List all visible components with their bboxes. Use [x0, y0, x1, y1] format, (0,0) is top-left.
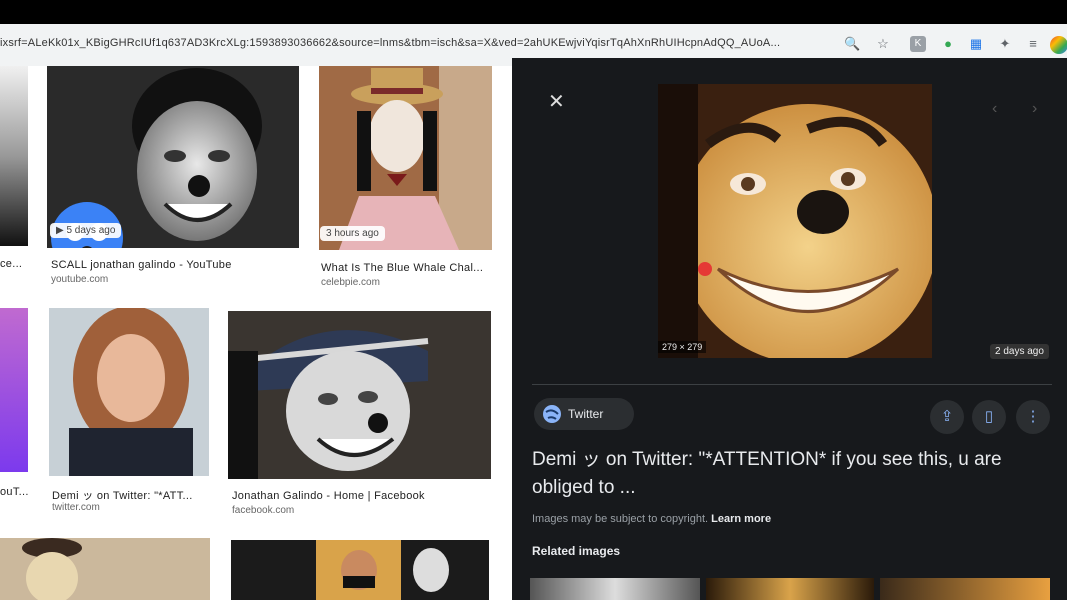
result-title[interactable]: Demi ッ on Twitter: "*ATTENTION* if you s… — [532, 446, 1032, 502]
url-text[interactable]: ixsrf=ALeKk01x_KBigGHRcIUf1q637AD3KrcXLg… — [0, 37, 780, 49]
puzzle-icon[interactable]: ✦ — [997, 36, 1013, 52]
person-photo-image — [49, 308, 209, 476]
zoom-icon[interactable]: 🔍 — [844, 36, 860, 52]
image-age-badge: 2 days ago — [990, 344, 1049, 359]
image-dimensions: 279 × 279 — [658, 341, 707, 353]
result-domain: celebpie.com — [321, 277, 380, 288]
result-thumbnail[interactable] — [319, 66, 492, 250]
preview-image[interactable] — [658, 84, 932, 358]
source-chip[interactable]: Twitter — [534, 398, 634, 430]
result-caption[interactable]: ouT... — [0, 486, 29, 498]
image-results-grid: ce... ▶ 5 days ago SCALL jonathan galind… — [0, 66, 512, 600]
extension-grid-icon[interactable]: ▦ — [968, 36, 984, 52]
result-caption[interactable]: ce... — [0, 258, 22, 270]
result-caption[interactable]: SCALL jonathan galindo - YouTube — [51, 259, 232, 271]
cursor-indicator — [698, 262, 712, 276]
profile-avatar-icon[interactable] — [1050, 36, 1067, 54]
result-thumbnail[interactable] — [231, 540, 489, 600]
result-thumbnail[interactable] — [0, 308, 28, 472]
clown-beanie-image — [228, 311, 491, 479]
result-caption[interactable]: What Is The Blue Whale Chal... — [321, 262, 483, 274]
result-age-badge: 3 hours ago — [320, 226, 385, 241]
share-icon: ⇪ — [940, 408, 954, 425]
playlist-icon[interactable]: ≡ — [1025, 36, 1041, 52]
result-thumbnail[interactable] — [228, 311, 491, 479]
chevron-left-icon[interactable]: ‹ — [992, 100, 997, 118]
result-domain: youtube.com — [51, 274, 109, 285]
copyright-text: Images may be subject to copyright. — [532, 513, 709, 525]
share-button[interactable]: ⇪ — [930, 400, 964, 434]
close-icon[interactable]: ✕ — [548, 92, 565, 112]
collage-image — [231, 540, 489, 600]
result-thumbnail[interactable] — [0, 538, 210, 600]
clown-face-closeup-image — [658, 84, 932, 358]
scream-emoji — [51, 202, 123, 248]
clown-costume-image — [319, 66, 492, 250]
chevron-right-icon[interactable]: › — [1032, 100, 1037, 118]
related-image-thumbnail[interactable] — [706, 578, 874, 600]
image-preview-panel: ✕ ‹ › 279 × 279 2 days ago Twitter ⇪ ▯ ⋮… — [512, 58, 1067, 600]
extension-k-icon[interactable]: K — [910, 36, 926, 52]
related-image-thumbnail[interactable] — [530, 578, 700, 600]
result-age-badge: ▶ 5 days ago — [50, 223, 122, 238]
result-caption[interactable]: Demi ッ on Twitter: "*ATT... — [52, 487, 193, 503]
masked-person-image — [0, 538, 210, 600]
result-thumbnail[interactable] — [49, 308, 209, 476]
save-button[interactable]: ▯ — [972, 400, 1006, 434]
result-caption[interactable]: Jonathan Galindo - Home | Facebook — [232, 490, 425, 502]
more-vert-icon: ⋮ — [1025, 408, 1041, 425]
star-icon[interactable]: ☆ — [875, 36, 891, 52]
screen-bezel — [0, 0, 1067, 26]
extension-green-icon[interactable]: ● — [940, 36, 956, 52]
result-domain: twitter.com — [52, 502, 100, 513]
learn-more-link[interactable]: Learn more — [711, 513, 771, 525]
related-image-thumbnail[interactable] — [880, 578, 1050, 600]
related-images-heading: Related images — [532, 544, 621, 558]
globe-icon — [543, 405, 561, 423]
result-thumbnail[interactable] — [0, 66, 28, 246]
bookmark-icon: ▯ — [984, 408, 994, 425]
result-thumbnail[interactable] — [47, 66, 299, 248]
result-domain: facebook.com — [232, 505, 295, 516]
copyright-notice: Images may be subject to copyright. Lear… — [532, 513, 771, 525]
divider — [532, 384, 1052, 385]
more-options-button[interactable]: ⋮ — [1016, 400, 1050, 434]
source-label: Twitter — [568, 407, 604, 421]
